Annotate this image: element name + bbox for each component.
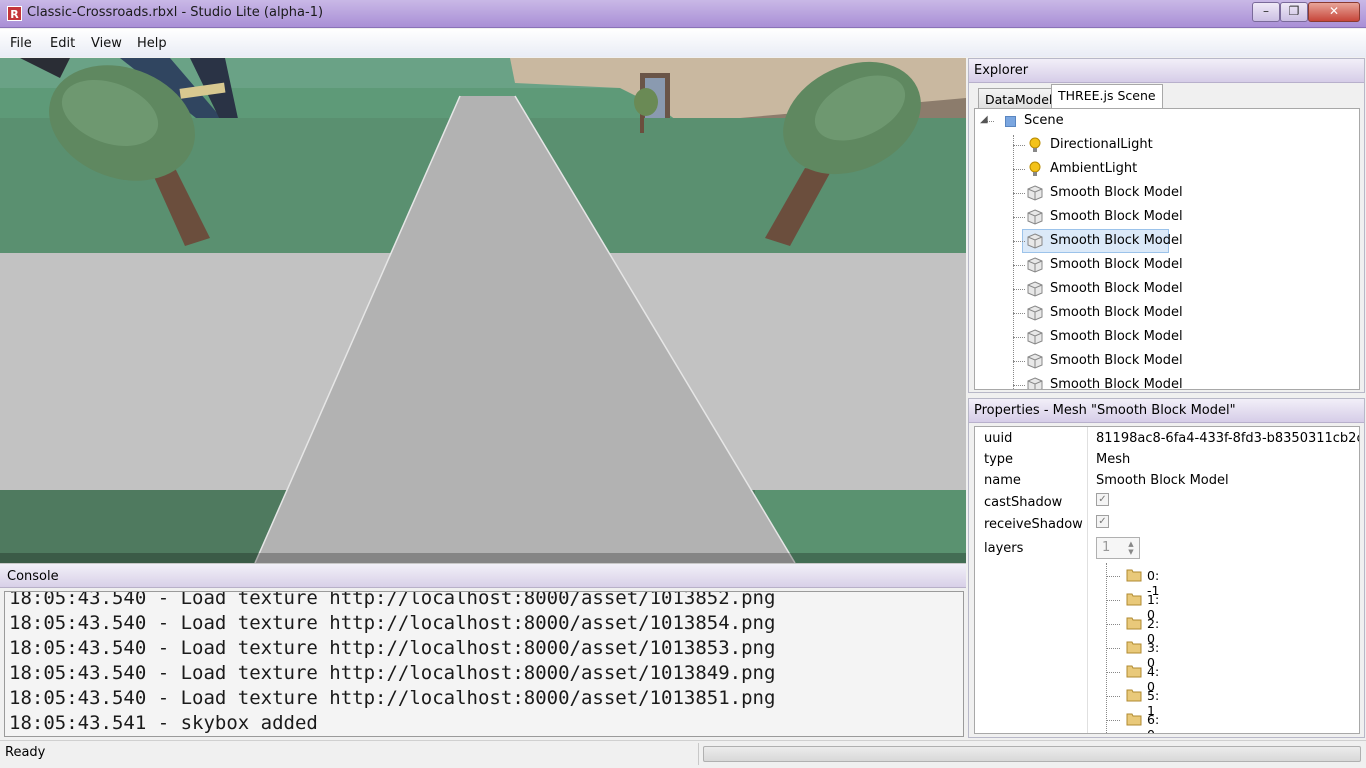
properties-title: Properties - Mesh "Smooth Block Model" xyxy=(974,403,1236,418)
prop-name-type: type xyxy=(984,452,1014,467)
menu-bar: File Edit View Help xyxy=(0,29,1366,57)
tree-item[interactable]: Smooth Block Model xyxy=(975,253,1355,277)
tree-item[interactable]: DirectionalLight xyxy=(975,133,1355,157)
properties-panel: Properties - Mesh "Smooth Block Model" u… xyxy=(968,398,1365,738)
tree-item[interactable]: Smooth Block Model xyxy=(975,181,1355,205)
progress-bar xyxy=(703,746,1361,762)
tree-label: Smooth Block Model xyxy=(1050,329,1183,344)
tree-label: Smooth Block Model xyxy=(1050,281,1183,296)
cube-icon xyxy=(1027,233,1043,249)
tree-label: Smooth Block Model xyxy=(1050,185,1183,200)
tree-item[interactable]: Smooth Block Model xyxy=(975,349,1355,373)
window-title: Classic-Crossroads.rbxl - Studio Lite (a… xyxy=(27,5,324,20)
scene-icon xyxy=(1005,116,1016,127)
close-button[interactable]: ✕ xyxy=(1308,2,1360,22)
light-bulb-icon xyxy=(1027,137,1043,153)
console-header: Console xyxy=(0,564,966,588)
status-bar: Ready xyxy=(0,740,1366,768)
cube-icon xyxy=(1027,281,1043,297)
folder-icon xyxy=(1126,663,1142,678)
tree-label: Scene xyxy=(1024,113,1064,128)
log-line: 18:05:43.540 - Load texture http://local… xyxy=(9,637,776,659)
tree-label: Smooth Block Model xyxy=(1050,305,1183,320)
log-line: 18:05:43.541 - skybox added xyxy=(9,712,318,734)
folder-icon xyxy=(1126,567,1142,582)
tree-item[interactable]: Smooth Block Model xyxy=(975,301,1355,325)
cube-icon xyxy=(1027,353,1043,369)
folder-icon xyxy=(1126,687,1142,702)
menu-edit[interactable]: Edit xyxy=(50,36,75,51)
tree-item[interactable]: Smooth Block Model xyxy=(975,373,1355,390)
status-text: Ready xyxy=(5,745,46,760)
prop-name-name: name xyxy=(984,473,1021,488)
layers-spinbox[interactable]: 1 ▲ ▼ xyxy=(1096,537,1140,559)
folder-icon xyxy=(1126,591,1142,606)
castshadow-checkbox[interactable]: ✓ xyxy=(1096,493,1109,506)
layers-spin-value: 1 xyxy=(1102,540,1111,555)
console-title: Console xyxy=(7,569,59,584)
maximize-button[interactable]: ❐ xyxy=(1280,2,1308,22)
folder-icon xyxy=(1126,639,1142,654)
tree-label: Smooth Block Model xyxy=(1050,353,1183,368)
folder-icon xyxy=(1126,711,1142,726)
cube-icon xyxy=(1027,209,1043,225)
scene-tree[interactable]: ◢ Scene DirectionalLight AmbientLight Smoo… xyxy=(974,108,1360,390)
tree-item[interactable]: Smooth Block Model xyxy=(975,325,1355,349)
tree-item[interactable]: Smooth Block Model xyxy=(975,277,1355,301)
cube-icon xyxy=(1027,257,1043,273)
tree-root-scene[interactable]: ◢ Scene xyxy=(975,109,1355,133)
tree-label: AmbientLight xyxy=(1050,161,1138,176)
title-bar: R Classic-Crossroads.rbxl - Studio Lite … xyxy=(0,0,1366,28)
receiveshadow-checkbox[interactable]: ✓ xyxy=(1096,515,1109,528)
tree-label: Smooth Block Model xyxy=(1050,257,1183,272)
prop-name-castshadow: castShadow xyxy=(984,495,1063,510)
cube-icon xyxy=(1027,377,1043,389)
cube-icon xyxy=(1027,329,1043,345)
cube-icon xyxy=(1027,305,1043,321)
prop-value-uuid[interactable]: 81198ac8-6fa4-433f-8fd3-b8350311cb2c xyxy=(1096,431,1359,446)
menu-view[interactable]: View xyxy=(91,36,122,51)
tab-datamodel[interactable]: DataModel xyxy=(978,88,1060,108)
menu-file[interactable]: File xyxy=(10,36,32,51)
tree-label: Smooth Block Model xyxy=(1050,233,1183,248)
expand-arrow-icon[interactable]: ◢ xyxy=(980,114,992,126)
light-bulb-icon xyxy=(1027,161,1043,177)
log-line: 18:05:43.540 - Load texture http://local… xyxy=(9,662,776,684)
spin-arrows-icon[interactable]: ▲ ▼ xyxy=(1125,540,1137,556)
folder-icon xyxy=(1126,615,1142,630)
minimize-button[interactable]: – xyxy=(1252,2,1280,22)
properties-header: Properties - Mesh "Smooth Block Model" xyxy=(969,399,1364,423)
explorer-header: Explorer xyxy=(969,59,1364,83)
log-line: 18:05:43.540 - Load texture http://local… xyxy=(9,591,776,609)
layer-label: 6: 0 xyxy=(1147,712,1160,733)
prop-name-receiveshadow: receiveShadow xyxy=(984,517,1083,532)
properties-table: uuid 81198ac8-6fa4-433f-8fd3-b8350311cb2… xyxy=(974,426,1360,734)
scene-render xyxy=(0,58,966,563)
tree-item[interactable]: Smooth Block Model xyxy=(975,205,1355,229)
console-log[interactable]: 18:05:43.540 - Load texture http://local… xyxy=(4,591,964,737)
prop-value-type[interactable]: Mesh xyxy=(1096,452,1130,467)
prop-name-layers: layers xyxy=(984,541,1024,556)
prop-value-name[interactable]: Smooth Block Model xyxy=(1096,473,1229,488)
tab-threejs-scene[interactable]: THREE.js Scene xyxy=(1051,84,1163,108)
app-icon: R xyxy=(7,6,22,21)
console-panel: Console 18:05:43.540 - Load texture http… xyxy=(0,563,966,738)
tree-item[interactable]: AmbientLight xyxy=(975,157,1355,181)
explorer-panel: Explorer DataModel THREE.js Scene ◢ Scen… xyxy=(968,58,1365,393)
tree-item[interactable]: Smooth Block Model xyxy=(975,229,1355,253)
explorer-title: Explorer xyxy=(974,63,1029,78)
cube-icon xyxy=(1027,185,1043,201)
tree-label: Smooth Block Model xyxy=(1050,377,1183,390)
prop-name-uuid: uuid xyxy=(984,431,1013,446)
log-line: 18:05:43.540 - Load texture http://local… xyxy=(9,612,776,634)
tree-label: Smooth Block Model xyxy=(1050,209,1183,224)
tree-label: DirectionalLight xyxy=(1050,137,1153,152)
3d-viewport[interactable] xyxy=(0,58,966,563)
log-line: 18:05:43.540 - Load texture http://local… xyxy=(9,687,776,709)
menu-help[interactable]: Help xyxy=(137,36,167,51)
